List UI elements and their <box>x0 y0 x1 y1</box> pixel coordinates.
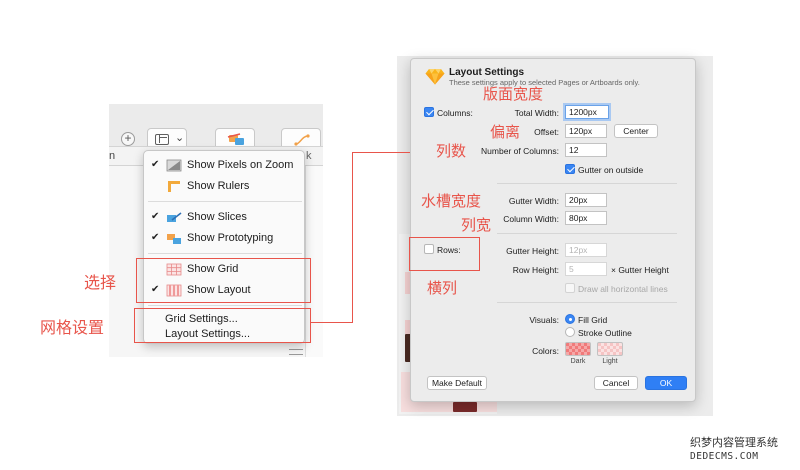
menu-separator <box>148 305 302 306</box>
columns-label: Columns: <box>437 108 473 118</box>
colors-label: Colors: <box>532 346 559 356</box>
gutter-width-label: Gutter Width: <box>508 196 559 206</box>
light-swatch-label: Light <box>602 358 618 365</box>
annotation-layout-width: 版面宽度 <box>483 85 544 103</box>
connector-line <box>352 152 353 323</box>
gutter-on-outside-label: Gutter on outside <box>578 165 644 175</box>
number-of-columns-input[interactable] <box>565 143 607 157</box>
light-color-swatch[interactable] <box>597 342 623 356</box>
menu-separator <box>148 201 302 202</box>
columns-checkbox[interactable] <box>424 107 434 117</box>
annotation-gutter-width: 水槽宽度 <box>421 192 482 210</box>
stroke-outline-label: Stroke Outline <box>578 328 632 338</box>
gutter-on-outside-checkbox[interactable] <box>565 164 575 174</box>
number-of-columns-label: Number of Columns: <box>481 146 559 156</box>
ok-button[interactable]: OK <box>645 376 687 390</box>
connector-line <box>311 322 353 323</box>
pixel-zoom-icon <box>166 159 182 172</box>
menu-item-label: Show Slices <box>187 211 247 223</box>
fill-grid-radio[interactable] <box>565 314 575 324</box>
toolbar: + ⌄ <box>109 104 323 150</box>
connector-line <box>352 152 410 153</box>
insert-plus-button[interactable]: + <box>121 132 135 146</box>
annotation-columns: 列数 <box>436 142 467 160</box>
column-width-input[interactable] <box>565 211 607 225</box>
watermark-chinese: 织梦内容管理系统 <box>690 436 778 449</box>
menu-item-show-slices[interactable]: ✔ Show Slices <box>144 208 306 228</box>
row-height-label: Row Height: <box>512 265 559 275</box>
visuals-label: Visuals: <box>529 315 559 325</box>
stroke-outline-radio[interactable] <box>565 327 575 337</box>
section-divider <box>497 302 677 303</box>
menu-item-label: Show Prototyping <box>187 232 274 244</box>
ruler-text-fragment: n <box>109 150 116 162</box>
menu-item-show-prototyping[interactable]: ✔ Show Prototyping <box>144 229 306 249</box>
layout-settings-dialog: Layout Settings These settings apply to … <box>410 58 696 402</box>
annotation-select: 选择 <box>84 273 117 292</box>
draw-all-horizontal-label: Draw all horizontal lines <box>578 284 668 294</box>
watermark-english: DEDECMS.COM <box>690 451 759 462</box>
draw-all-horizontal-checkbox[interactable] <box>565 283 575 293</box>
ruler-text-fragment-right: k <box>306 150 312 162</box>
menu-item-show-pixels-on-zoom[interactable]: ✔ Show Pixels on Zoom <box>144 156 306 176</box>
center-button[interactable]: Center <box>614 124 658 138</box>
fill-grid-label: Fill Grid <box>578 315 608 325</box>
section-divider <box>497 233 677 234</box>
total-width-label: Total Width: <box>514 108 559 118</box>
checkmark-icon: ✔ <box>151 232 160 243</box>
gutter-height-input[interactable] <box>565 243 607 257</box>
highlight-box-settings <box>134 308 311 343</box>
prototyping-icon <box>167 234 181 244</box>
resize-handle-icon[interactable] <box>289 349 303 355</box>
offset-input[interactable] <box>565 124 607 138</box>
dark-swatch-label: Dark <box>570 358 586 365</box>
slices-icon <box>167 212 182 222</box>
annotation-rows: 横列 <box>427 279 458 297</box>
chevron-down-icon: ⌄ <box>175 132 185 144</box>
dialog-title: Layout Settings <box>449 67 525 78</box>
make-default-button[interactable]: Make Default <box>427 376 487 390</box>
annotation-grid-settings: 网格设置 <box>40 318 105 337</box>
dark-color-swatch[interactable] <box>565 342 591 356</box>
menu-item-show-rulers[interactable]: Show Rulers <box>144 177 306 197</box>
artboard-thumbnail <box>453 402 477 412</box>
cancel-button[interactable]: Cancel <box>594 376 638 390</box>
annotation-offset: 偏离 <box>490 123 521 141</box>
gutter-width-input[interactable] <box>565 193 607 207</box>
total-width-input[interactable] <box>565 105 609 119</box>
highlight-box-rows <box>409 237 480 271</box>
row-height-input[interactable] <box>565 262 607 276</box>
menu-item-label: Show Pixels on Zoom <box>187 159 294 171</box>
annotation-column-width: 列宽 <box>461 216 492 234</box>
menu-item-label: Show Rulers <box>187 180 250 192</box>
layout-view-icon <box>155 134 169 145</box>
site-watermark: 织梦内容管理系统 DEDECMS.COM <box>690 434 798 468</box>
checkmark-icon: ✔ <box>151 159 160 170</box>
highlight-box-grid-layout <box>136 258 311 303</box>
ruler-icon <box>168 181 180 192</box>
gutter-height-label: Gutter Height: <box>506 246 559 256</box>
menu-separator <box>148 253 302 254</box>
section-divider <box>497 183 677 184</box>
checkmark-icon: ✔ <box>151 211 160 222</box>
column-width-label: Column Width: <box>503 214 559 224</box>
sketch-diamond-logo-icon <box>425 69 445 85</box>
dialog-subtitle: These settings apply to selected Pages o… <box>449 78 640 87</box>
row-height-suffix: × Gutter Height <box>611 265 669 275</box>
